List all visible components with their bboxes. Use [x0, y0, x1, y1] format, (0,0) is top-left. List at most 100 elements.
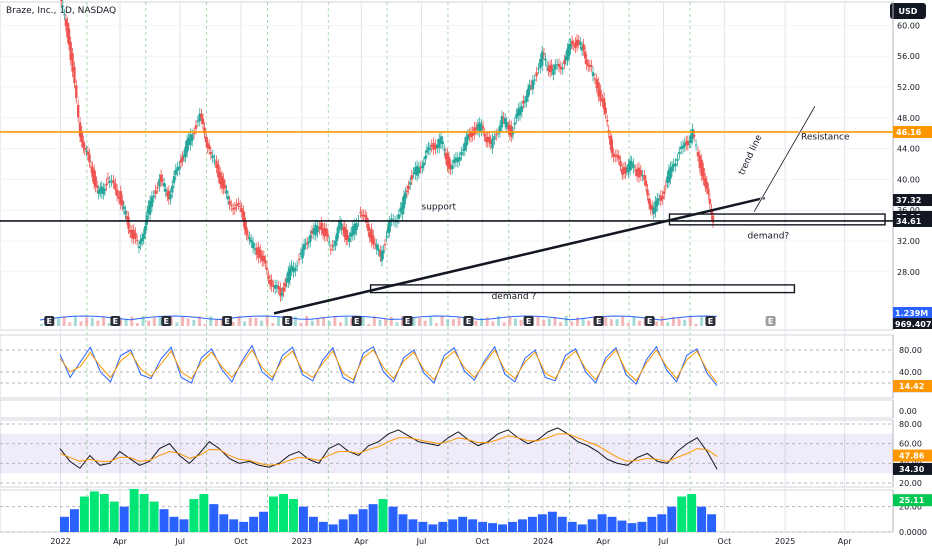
candle-body — [458, 156, 461, 161]
candle-body — [76, 104, 80, 118]
volume-bar — [666, 322, 670, 326]
time-axis-label: 2025 — [775, 537, 795, 546]
histogram-bar — [288, 499, 298, 532]
histogram-bar — [189, 499, 199, 532]
candle-body — [397, 214, 401, 219]
histogram-bar — [109, 501, 119, 532]
volume-bar — [181, 316, 185, 326]
candle-body — [326, 233, 329, 237]
candle-body — [246, 235, 250, 237]
candle-body — [194, 125, 198, 129]
candle-body — [337, 225, 340, 234]
volume-bar — [56, 318, 60, 326]
volume-bar — [542, 319, 546, 326]
histogram-bar — [308, 516, 318, 532]
earnings-marker-label: E — [596, 317, 601, 326]
volume-bar — [581, 317, 585, 326]
time-axis-label: Oct — [475, 537, 489, 546]
volume-bar — [130, 316, 134, 326]
chart-annotation: demand? — [747, 232, 789, 242]
volume-bar — [322, 317, 326, 326]
histogram-bar — [498, 524, 507, 532]
time-axis-label: Apr — [838, 537, 853, 546]
candle-body — [708, 199, 712, 204]
volume-bar — [124, 319, 128, 326]
candle-body — [301, 248, 304, 259]
histogram-bar — [597, 514, 607, 532]
candle-body — [335, 233, 339, 241]
earnings-marker-label: E — [708, 317, 713, 326]
histogram-bar — [99, 494, 109, 532]
volume-bar — [491, 321, 495, 326]
candle-body — [542, 53, 546, 55]
svg-text:USD[interactable]: USD — [899, 7, 918, 16]
currency-button[interactable]: USD — [890, 3, 926, 19]
candle-body — [122, 206, 126, 209]
time-axis-label: Jul — [658, 537, 669, 546]
candle-body — [112, 180, 115, 184]
candle-body — [694, 144, 698, 146]
candle-body — [705, 181, 709, 189]
candle-body — [121, 199, 124, 206]
candle-body — [334, 240, 337, 246]
trend-arrow — [753, 106, 816, 212]
candle-body — [639, 170, 643, 176]
candle-body — [676, 158, 679, 162]
histogram-bar — [179, 519, 189, 532]
histogram-bar — [69, 509, 79, 532]
candle-body — [619, 160, 622, 167]
candle-body — [520, 106, 523, 113]
candle-body — [115, 189, 119, 197]
candle-body — [201, 118, 205, 125]
volume-bar — [694, 323, 698, 326]
rsi-axis-tick: 80.00 — [899, 420, 922, 429]
volume-bar — [564, 316, 568, 326]
candle-body — [191, 134, 194, 141]
candle-body — [491, 138, 494, 149]
volume-bar — [513, 318, 517, 326]
candle-body — [73, 67, 76, 84]
candle-body — [82, 140, 85, 148]
candle-body — [124, 210, 127, 215]
candle-body — [127, 216, 130, 229]
histogram-bar — [677, 496, 687, 532]
volume-bar — [609, 319, 613, 326]
candle-body — [663, 191, 666, 195]
candle-body — [80, 131, 83, 142]
candle-body — [483, 133, 486, 137]
earnings-marker-label: E — [164, 317, 169, 326]
candle-body — [707, 188, 710, 195]
candle-body — [591, 72, 595, 77]
candle-body — [363, 214, 367, 218]
histogram-value-tag-label: 25.11 — [899, 496, 925, 505]
price-axis-tick: 56.00 — [897, 52, 920, 61]
candle-body — [382, 250, 385, 254]
candle-body — [135, 239, 139, 241]
time-axis-label: Jul — [174, 537, 185, 546]
chart-canvas[interactable]: Braze, Inc., 1D, NASDAQ USD 2022 Apr Jul Oc… — [0, 0, 932, 550]
candle-body — [450, 165, 454, 170]
candle-body — [228, 201, 231, 205]
histogram-bar — [697, 506, 707, 532]
earnings-marker-label: E — [466, 317, 471, 326]
volume-bar — [559, 322, 563, 326]
histogram-bar — [607, 516, 617, 532]
candle-body — [604, 107, 607, 114]
candle-body — [248, 237, 251, 240]
candle-body — [86, 151, 90, 155]
histogram-bar — [129, 488, 139, 532]
volume-bar — [446, 319, 450, 326]
price-tag-label: 37.32 — [896, 196, 921, 205]
volume-bar — [395, 322, 399, 326]
candle-body — [691, 129, 694, 140]
price-tag-label: 46.16 — [896, 128, 922, 137]
candle-body — [105, 183, 108, 186]
volume-bar — [638, 320, 642, 326]
volume-bar — [209, 316, 213, 326]
volume-bar — [587, 320, 591, 326]
candle-body — [583, 51, 587, 59]
candle-body — [443, 149, 446, 151]
histogram-bar — [298, 506, 308, 532]
candle-body — [94, 176, 97, 187]
histogram-bar — [527, 516, 537, 532]
